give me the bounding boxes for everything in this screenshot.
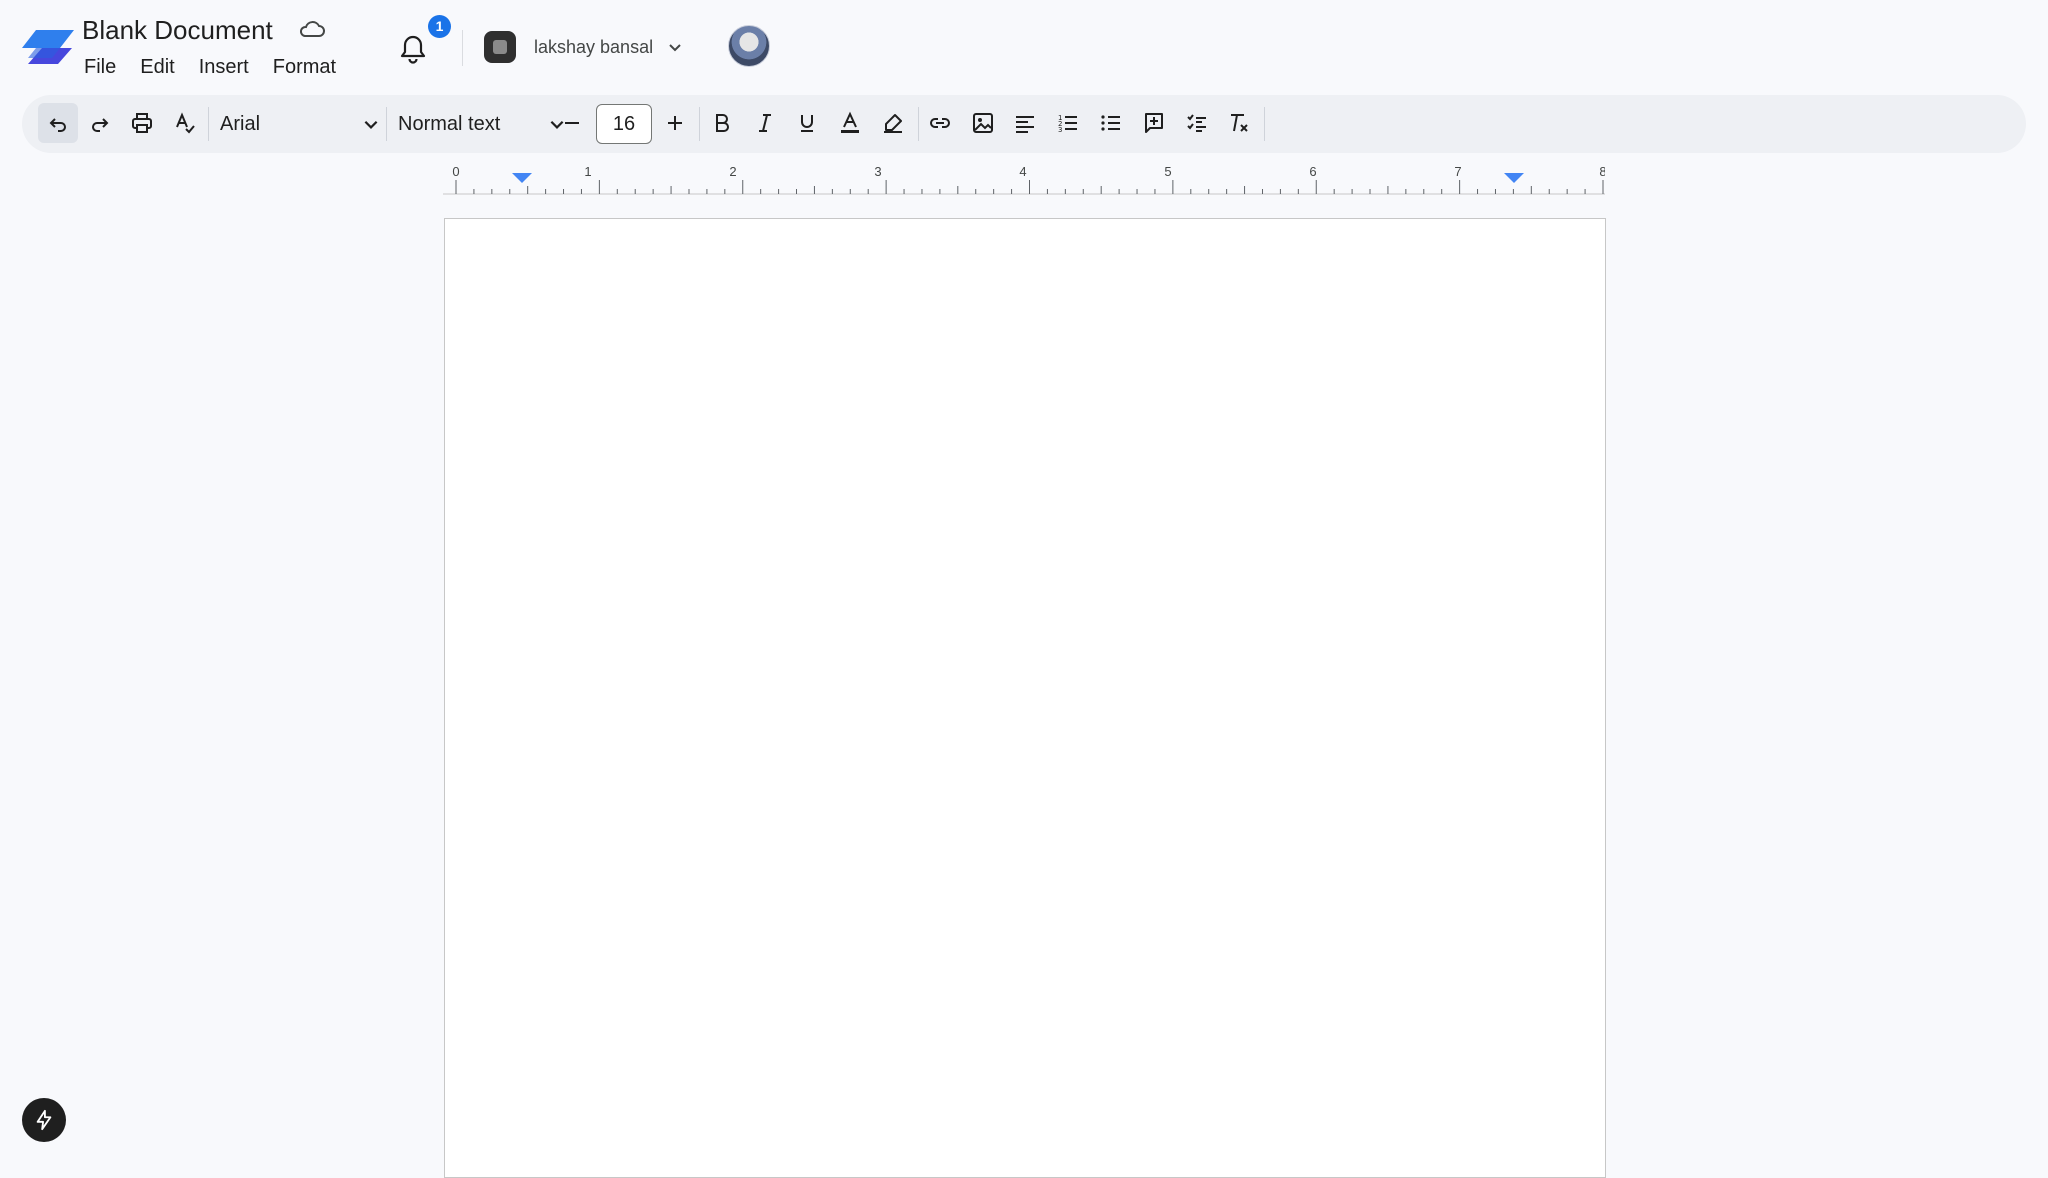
- cloud-saved-icon: [299, 21, 325, 37]
- underline-button[interactable]: [787, 103, 827, 143]
- insert-link-button[interactable]: [920, 103, 960, 143]
- text-style-select[interactable]: Normal text: [398, 105, 566, 143]
- highlight-color-button[interactable]: [873, 103, 913, 143]
- align-left-icon: [1016, 116, 1034, 133]
- left-indent-marker[interactable]: [512, 173, 532, 183]
- print-icon: [132, 113, 152, 133]
- ruler-mark: 8: [1599, 164, 1605, 179]
- clear-formatting-icon: [1231, 114, 1248, 132]
- italic-icon: [759, 114, 771, 132]
- ruler-mark: 1: [584, 164, 591, 179]
- ruler-mark: 3: [874, 164, 881, 179]
- highlighter-icon: [884, 114, 902, 133]
- workspace-avatar: [484, 31, 516, 63]
- toolbar-separator: [918, 107, 919, 141]
- menu-edit[interactable]: Edit: [128, 54, 186, 80]
- svg-text:3: 3: [1058, 126, 1062, 134]
- text-color-icon: [841, 111, 859, 133]
- bulleted-list-button[interactable]: [1091, 103, 1131, 143]
- ruler[interactable]: 0 1 2 3 4 5 6 7 8: [443, 160, 1605, 198]
- minus-icon: [565, 122, 579, 124]
- header-divider: [462, 30, 463, 66]
- menu-file[interactable]: File: [72, 54, 128, 80]
- insert-image-button[interactable]: [963, 103, 1003, 143]
- ruler-mark: 6: [1309, 164, 1316, 179]
- spell-check-button[interactable]: [165, 103, 205, 143]
- italic-button[interactable]: [745, 103, 785, 143]
- bold-button[interactable]: [702, 103, 742, 143]
- bell-icon[interactable]: [396, 32, 430, 66]
- print-button[interactable]: [122, 103, 162, 143]
- font-size-input[interactable]: [596, 104, 652, 144]
- menu-insert[interactable]: Insert: [187, 54, 261, 80]
- ruler-mark: 4: [1019, 164, 1026, 179]
- redo-icon: [92, 118, 109, 132]
- toolbar-separator: [1264, 107, 1265, 141]
- bulleted-list-icon: [1101, 115, 1120, 131]
- document-page[interactable]: [444, 218, 1606, 1178]
- link-icon: [930, 118, 950, 128]
- ruler-mark: 0: [452, 164, 459, 179]
- bold-icon: [716, 114, 729, 132]
- checklist-icon: [1187, 114, 1206, 132]
- text-color-button[interactable]: [830, 103, 870, 143]
- formatting-toolbar: Arial Normal text 123: [22, 95, 2026, 153]
- numbered-list-button[interactable]: 123: [1048, 103, 1088, 143]
- chevron-down-icon: [669, 44, 681, 52]
- document-title[interactable]: Blank Document: [82, 14, 273, 46]
- chevron-down-icon: [364, 120, 378, 129]
- undo-icon: [49, 118, 66, 132]
- align-left-button[interactable]: [1005, 103, 1045, 143]
- ruler-mark: 7: [1454, 164, 1461, 179]
- account-name: lakshay bansal: [534, 36, 654, 57]
- toolbar-separator: [386, 107, 387, 141]
- notification-badge: 1: [428, 15, 451, 38]
- font-family-select[interactable]: Arial: [220, 105, 380, 143]
- increase-font-size-button[interactable]: [655, 103, 695, 143]
- plus-icon: [668, 116, 682, 130]
- right-indent-marker[interactable]: [1504, 173, 1524, 183]
- menu-format[interactable]: Format: [261, 54, 348, 80]
- numbered-list-icon: 123: [1058, 114, 1077, 134]
- ruler-mark: 2: [729, 164, 736, 179]
- lightning-icon: [36, 1109, 52, 1131]
- checklist-button[interactable]: [1177, 103, 1217, 143]
- text-style-value: Normal text: [398, 112, 501, 135]
- redo-button[interactable]: [80, 103, 120, 143]
- spell-check-icon: [176, 112, 195, 134]
- image-icon: [973, 113, 993, 133]
- user-avatar[interactable]: [728, 25, 770, 67]
- toolbar-separator: [699, 107, 700, 141]
- account-switcher[interactable]: lakshay bansal: [484, 28, 683, 66]
- app-logo: [22, 30, 74, 64]
- ruler-mark: 5: [1164, 164, 1171, 179]
- toolbar-separator: [208, 107, 209, 141]
- menu-bar: File Edit Insert Format: [72, 54, 348, 80]
- font-family-value: Arial: [220, 112, 261, 135]
- decrease-font-size-button[interactable]: [552, 103, 592, 143]
- clear-formatting-button[interactable]: [1219, 103, 1259, 143]
- undo-button[interactable]: [38, 103, 78, 143]
- quick-actions-button[interactable]: [22, 1098, 66, 1142]
- underline-icon: [801, 115, 813, 132]
- comment-icon: [1145, 113, 1163, 133]
- add-comment-button[interactable]: [1134, 103, 1174, 143]
